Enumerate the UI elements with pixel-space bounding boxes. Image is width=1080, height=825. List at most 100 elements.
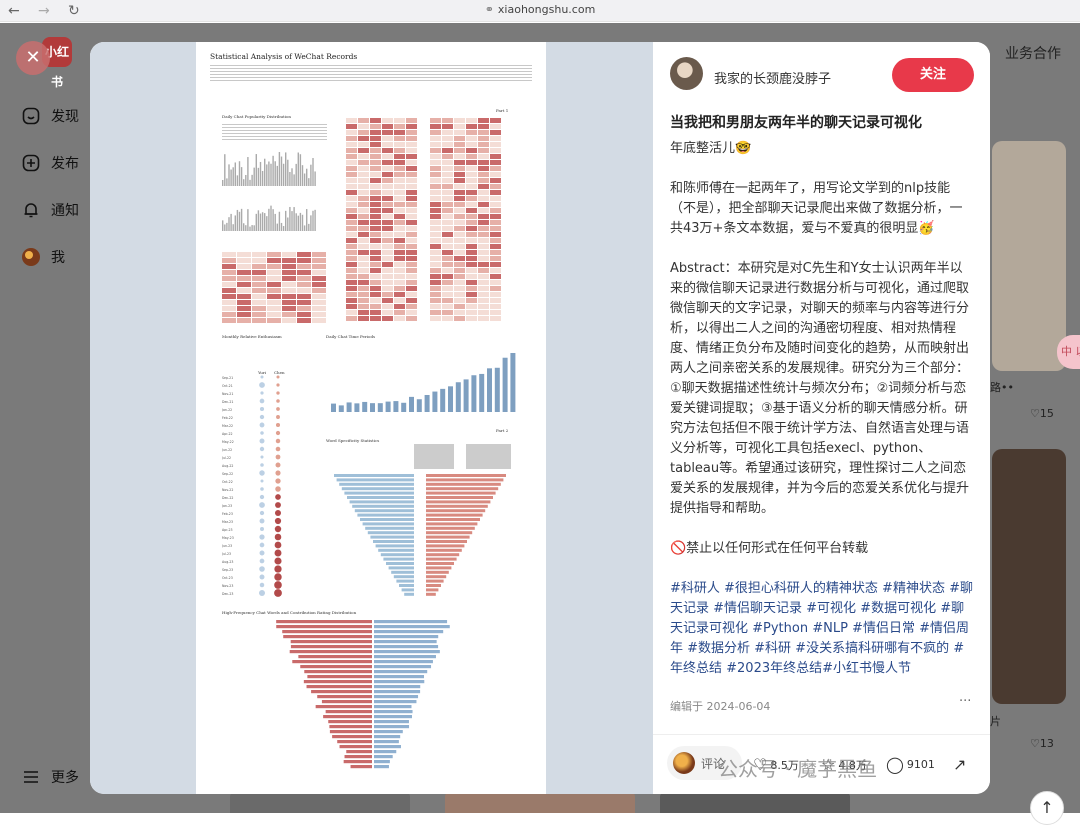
chart-point [259, 406, 265, 412]
chart-bar [240, 167, 243, 186]
heatmap-cell [442, 190, 453, 195]
heatmap-cell [430, 226, 441, 231]
heatmap-cell [406, 232, 417, 237]
heatmap-cell [454, 238, 465, 243]
chart-bar [426, 588, 439, 592]
address-bar[interactable]: ⚭ xiaohongshu.com [0, 3, 1080, 16]
chart-bar [339, 482, 414, 486]
sidebar-item-discover[interactable]: 发现 [20, 101, 79, 131]
heatmap-cell [478, 208, 489, 213]
heatmap-cell [430, 232, 441, 237]
heatmap-cell [394, 232, 405, 237]
heatmap-cell [454, 136, 465, 141]
feed-card-image[interactable] [445, 791, 635, 813]
heatmap-cell [370, 304, 381, 309]
heatmap-cell [466, 310, 477, 315]
business-link[interactable]: 业务合作 [1005, 43, 1061, 63]
feed-card-image[interactable] [230, 791, 410, 813]
chart-bar [426, 518, 480, 521]
feed-card-image[interactable] [992, 141, 1066, 371]
chart-bar [308, 178, 310, 186]
chart-bar [314, 209, 316, 231]
heatmap-cell [382, 232, 393, 237]
heatmap-cell [466, 298, 477, 303]
heatmap-cell [406, 142, 417, 147]
sidebar-item-publish[interactable]: 发布 [20, 148, 79, 178]
chart-point [274, 589, 282, 597]
heatmap-cell [222, 294, 236, 299]
heatmap-cell [252, 264, 266, 269]
note-detail-modal: Statistical Analysis of WeChat Records P… [90, 42, 990, 794]
heatmap-cell [406, 154, 417, 159]
feed-card-image[interactable] [660, 791, 850, 813]
author-avatar[interactable] [670, 57, 703, 90]
feed-card-likes[interactable]: ♡13 [1030, 737, 1054, 750]
more-options-button[interactable]: ··· [959, 694, 971, 709]
sidebar-item-me[interactable]: 我 [20, 242, 65, 272]
sidebar-item-more[interactable]: 更多 [20, 762, 79, 792]
comment-button[interactable]: ◯ 9101 [886, 755, 935, 774]
close-button[interactable]: ✕ [16, 41, 50, 75]
paper-section-heading: Daily Chat Time Periods [326, 334, 376, 339]
heatmap-cell [358, 232, 369, 237]
heatmap-cell [346, 160, 357, 165]
heatmap-cell [478, 196, 489, 201]
chat-bubble-icon: ◯ [886, 755, 904, 774]
note-image-area[interactable]: Statistical Analysis of WeChat Records P… [90, 42, 653, 794]
scroll-to-top-button[interactable]: ↑ [1030, 791, 1064, 825]
heatmap-cell [466, 262, 477, 267]
heatmap-cell [394, 118, 405, 123]
chart-bar [276, 620, 372, 624]
heatmap-cell [394, 190, 405, 195]
heatmap-cell [382, 238, 393, 243]
heatmap-cell [490, 166, 501, 171]
heatmap-cell [442, 166, 453, 171]
heatmap-cell [394, 130, 405, 135]
heatmap-cell [430, 250, 441, 255]
chart-bar [374, 740, 399, 744]
chart-point [276, 375, 280, 379]
heatmap-cell [382, 214, 393, 219]
heatmap-cell [358, 142, 369, 147]
chart-bar [272, 209, 274, 231]
share-button[interactable]: ↗ [953, 755, 969, 774]
chart-bar [334, 474, 414, 477]
heatmap-cell [478, 214, 489, 219]
feed-card-image[interactable] [992, 449, 1066, 704]
chart-point [275, 438, 281, 444]
chart-bar [306, 168, 308, 186]
sidebar-item-notifications[interactable]: 通知 [20, 195, 79, 225]
chart-point [260, 375, 264, 379]
follow-button[interactable]: 关注 [892, 58, 974, 92]
heatmap-cell [442, 232, 453, 237]
chart-bar [409, 396, 414, 412]
note-tags[interactable]: #科研人 #很担心科研人的精神状态 #精神状态 #聊天记录 #情侣聊天记录 #可… [670, 579, 975, 679]
heatmap-cell [370, 226, 381, 231]
heatmap-cell [312, 312, 326, 317]
chart-bar [377, 403, 383, 412]
heatmap-cell [394, 202, 405, 207]
author-name[interactable]: 我家的长颈鹿没脖子 [714, 68, 831, 87]
heatmap-cell [394, 262, 405, 267]
chart-bar [236, 175, 239, 186]
heatmap-cell [358, 298, 369, 303]
chart-bar [374, 710, 413, 714]
heatmap-cell [454, 256, 465, 261]
paper-section-heading: Daily Chat Popularity Distribution [222, 114, 291, 119]
floating-tag[interactable]: 中 以 [1057, 335, 1080, 369]
chart-bar [280, 156, 283, 186]
heatmap-cell [490, 178, 501, 183]
heart-icon: ♡ [1030, 737, 1040, 750]
chart-bar [349, 500, 414, 504]
feed-card-likes[interactable]: ♡15 [1030, 407, 1054, 420]
heatmap-cell [442, 310, 453, 315]
heatmap-cell [466, 274, 477, 279]
heatmap-cell [222, 270, 236, 275]
month-label: Oct-23 [222, 576, 233, 580]
chart-point [259, 558, 265, 564]
chart-bar [290, 645, 372, 649]
chart-bar [292, 660, 372, 664]
chart-point [275, 502, 281, 508]
chart-bar [234, 215, 236, 231]
heatmap-cell [382, 280, 393, 285]
